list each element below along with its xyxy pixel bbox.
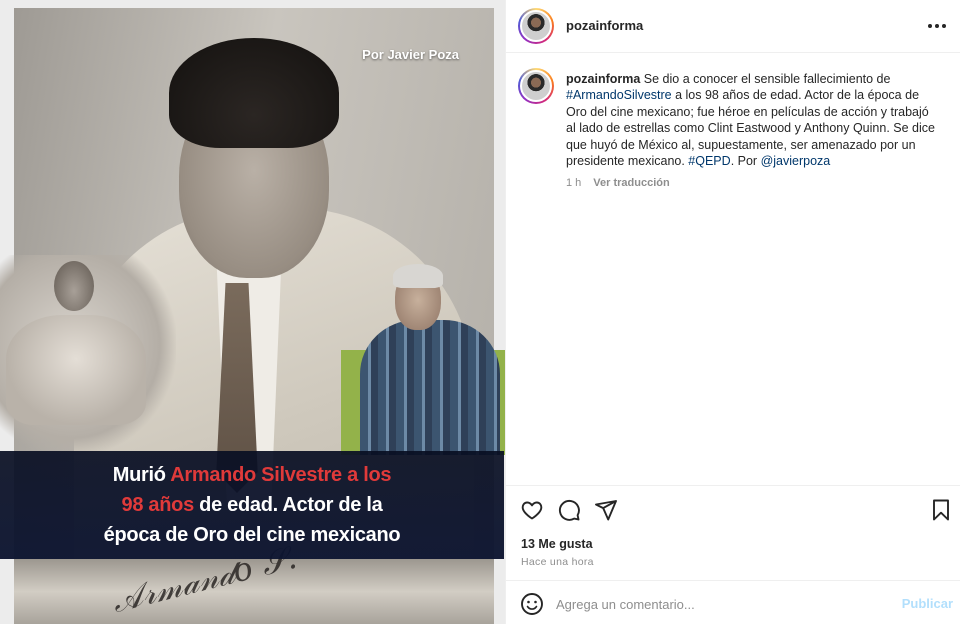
comment-bar: Publicar [506,580,960,624]
post-media[interactable]: 𝒜𝓇𝓂𝒶𝓃𝒹𝑜 𝒮. Por Javier Poza Murió Armando… [0,0,505,624]
post-timestamp[interactable]: Hace una hora [521,556,594,568]
headline-banner: Murió Armando Silvestre a los 98 años de… [0,451,504,559]
more-horizontal-icon[interactable] [925,14,949,38]
banner-line-2: 98 años de edad. Actor de la [122,490,383,520]
caption-body: . Por [730,154,761,169]
banner-line-1: Murió Armando Silvestre a los [112,460,392,490]
inset-torso [6,315,146,425]
elder-body [360,320,500,455]
inset-head [54,261,94,311]
post-comment-button[interactable]: Publicar [902,596,953,611]
inset-photo-young [0,255,176,455]
caption-area: pozainforma Se dio a conocer el sensible… [506,54,960,484]
banner-text: de edad. Actor de la [193,494,383,516]
comment-icon[interactable] [557,498,581,522]
banner-line-3: época de Oro del cine mexicano [103,524,401,546]
emoji-icon[interactable] [520,592,544,616]
banner-highlight: 98 años [121,494,195,516]
post-byline: Por Javier Poza [362,47,459,62]
caption-text: pozainforma Se dio a conocer el sensible… [566,71,941,169]
photo-hair [169,38,339,148]
post-header: pozainforma [506,0,960,53]
likes-count[interactable]: 13 Me gusta [521,537,593,551]
translate-link[interactable]: Ver traducción [593,177,669,189]
elder-hair [393,264,443,288]
post-panel: pozainforma pozainforma Se dio a conocer… [505,0,960,624]
hashtag-link[interactable]: #ArmandoSilvestre [566,88,672,102]
hashtag-link[interactable]: #QEPD [688,154,730,168]
caption-avatar[interactable] [518,68,554,104]
mention-link[interactable]: @javierpoza [761,154,831,168]
avatar-image [520,70,552,102]
bookmark-icon[interactable] [929,498,953,522]
avatar-image [520,10,552,42]
banner-text: Murió [112,464,171,486]
caption-body: Se dio a conocer el sensible fallecimien… [640,72,891,86]
avatar[interactable] [518,8,554,44]
caption-username[interactable]: pozainforma [566,72,640,86]
action-bar [506,485,960,531]
heart-icon[interactable] [520,498,544,522]
header-username[interactable]: pozainforma [566,18,643,33]
share-icon[interactable] [594,498,618,522]
caption-meta: 1 h Ver traducción [566,177,670,189]
comment-input[interactable] [556,591,886,617]
banner-highlight: Armando Silvestre a los [170,464,392,486]
caption-time[interactable]: 1 h [566,177,581,189]
